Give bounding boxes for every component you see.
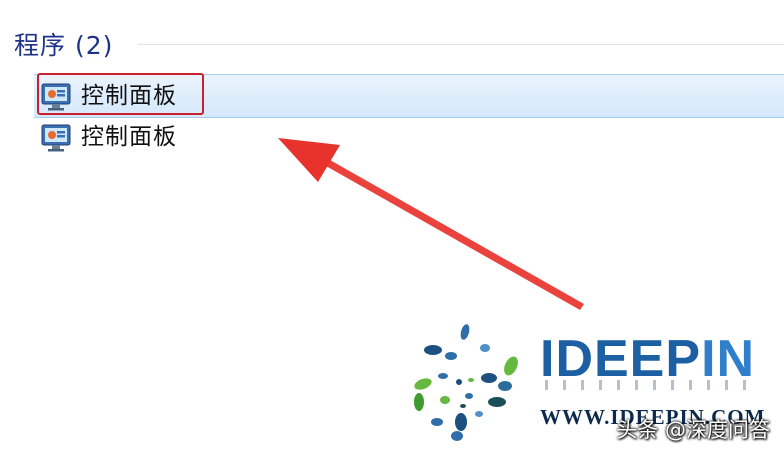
highlight-box	[37, 73, 204, 115]
control-panel-icon	[41, 124, 71, 152]
programs-group-header: 程序 (2)	[0, 24, 784, 64]
group-title: 程序 (2)	[14, 31, 114, 60]
watermark: 头条 @深度问答	[616, 418, 770, 442]
ideepin-logo-icon	[414, 324, 518, 441]
result-label: 控制面板	[81, 124, 177, 150]
logo-decoration	[545, 380, 750, 390]
logo-wordmark: IDEEPIN	[540, 331, 755, 387]
group-divider	[138, 44, 784, 45]
result-item-control-panel[interactable]: 控制面板	[34, 116, 784, 160]
